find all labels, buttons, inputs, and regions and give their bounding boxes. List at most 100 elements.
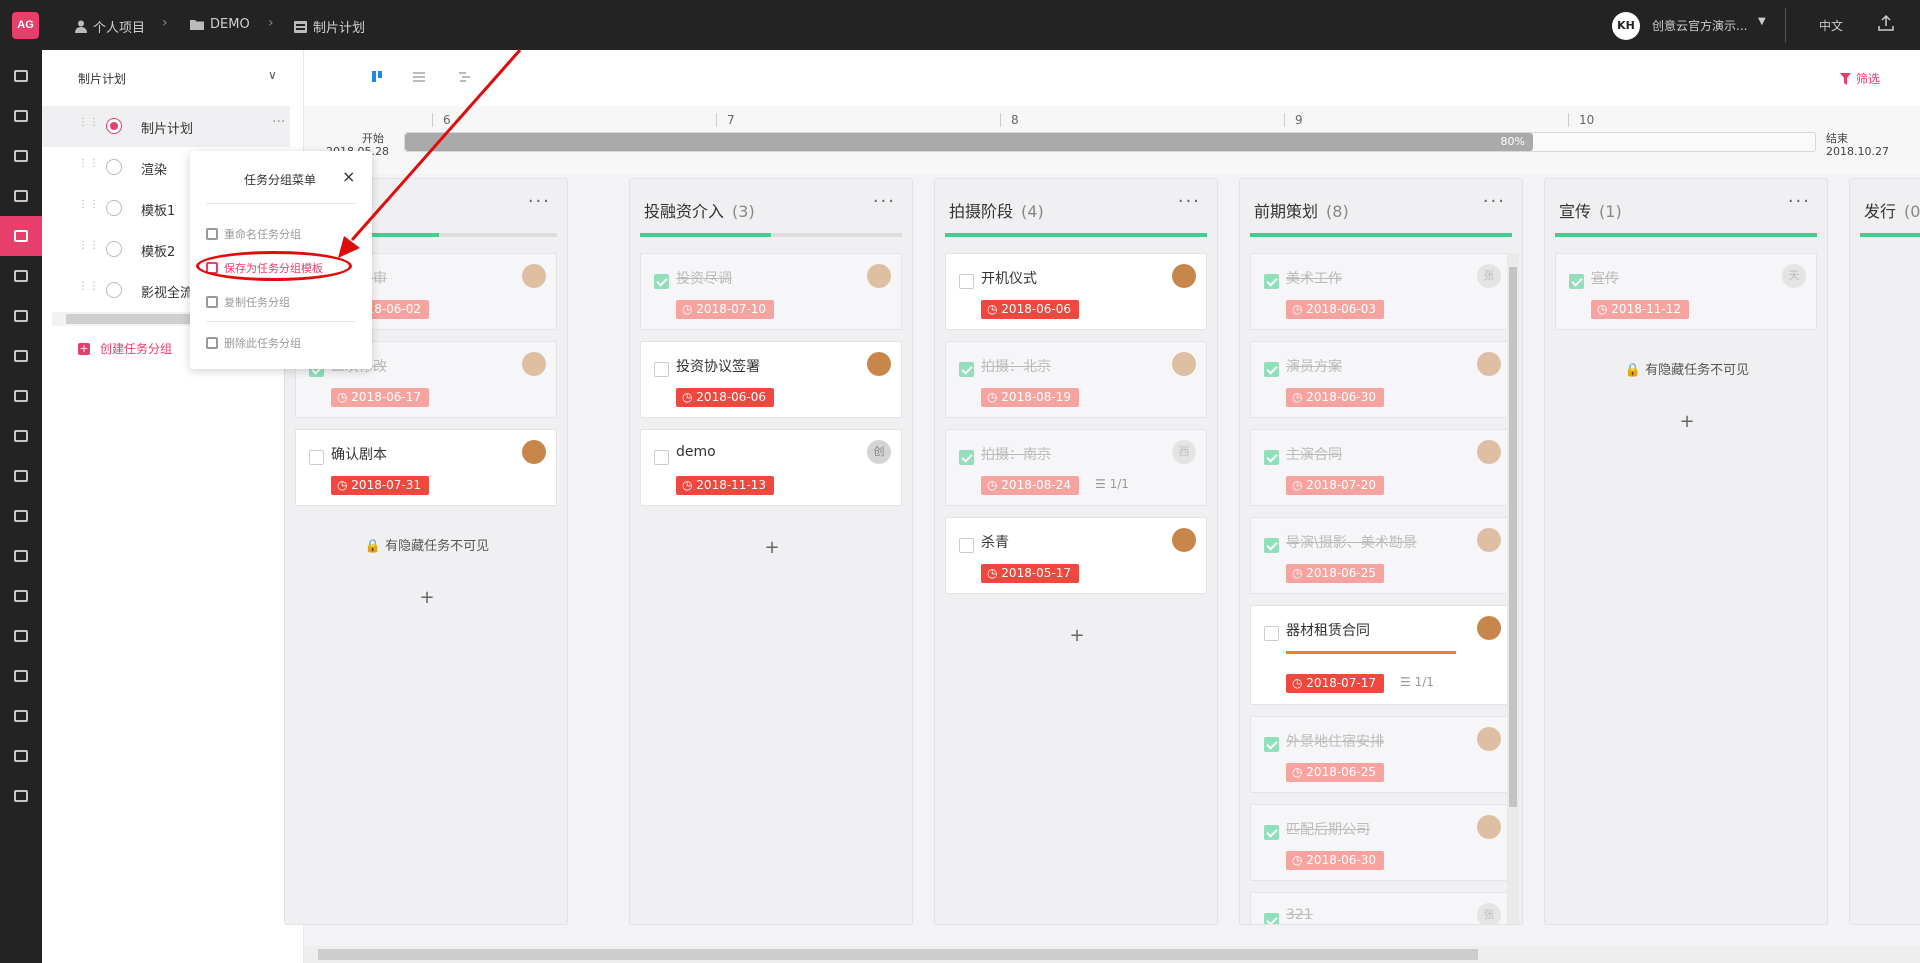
assignee-avatar[interactable]	[1172, 528, 1196, 552]
drag-handle-icon[interactable]: ⋮⋮	[78, 241, 99, 253]
task-card[interactable]: 拍摄：南京 西 ◷ 2018-08-24 ☰ 1/1	[945, 429, 1207, 506]
assignee-avatar[interactable]: 天	[1782, 264, 1806, 288]
column-title[interactable]: 宣传 (1)	[1559, 198, 1622, 222]
add-task-button[interactable]: +	[935, 625, 1217, 646]
scrollbar-thumb[interactable]	[66, 314, 206, 324]
scrollbar-thumb[interactable]	[318, 949, 1478, 960]
file-icon[interactable]	[0, 376, 42, 416]
horizontal-scrollbar[interactable]	[304, 946, 1920, 963]
assignee-avatar[interactable]	[1172, 264, 1196, 288]
task-checkbox[interactable]	[959, 538, 974, 553]
film-icon[interactable]	[0, 736, 42, 776]
column-title[interactable]: 投融资介入 (3)	[644, 198, 755, 222]
menu-item-copy-group[interactable]: 复制任务分组	[206, 294, 290, 310]
assignee-avatar[interactable]	[1477, 616, 1501, 640]
column-scrollbar[interactable]	[1507, 253, 1519, 924]
task-card[interactable]: 主演合同 ◷ 2018-07-20	[1250, 429, 1512, 506]
task-checkbox[interactable]	[1264, 274, 1279, 289]
more-icon[interactable]: ···	[873, 191, 896, 212]
assignee-avatar[interactable]	[1477, 352, 1501, 376]
more-icon[interactable]: ···	[528, 191, 551, 212]
add-task-button[interactable]: +	[1545, 411, 1827, 432]
assignee-avatar[interactable]	[867, 352, 891, 376]
radio-button[interactable]	[106, 118, 122, 134]
assignee-avatar[interactable]: 创	[867, 440, 891, 464]
gantt-view-icon[interactable]	[458, 70, 472, 84]
task-checkbox[interactable]	[1264, 626, 1279, 641]
drag-handle-icon[interactable]: ⋮⋮	[78, 159, 99, 171]
assignee-avatar[interactable]: 西	[1172, 440, 1196, 464]
task-card[interactable]: 宣传 天 ◷ 2018-11-12	[1555, 253, 1817, 330]
task-checkbox[interactable]	[1569, 274, 1584, 289]
sync-icon[interactable]	[0, 576, 42, 616]
video-icon[interactable]	[0, 696, 42, 736]
scrollbar-thumb[interactable]	[1509, 267, 1517, 807]
document-icon[interactable]	[0, 96, 42, 136]
more-icon[interactable]: ···	[1178, 191, 1201, 212]
task-card[interactable]: 拍摄：北京 ◷ 2018-08-19	[945, 341, 1207, 418]
player-icon[interactable]	[0, 776, 42, 816]
assignee-avatar[interactable]	[522, 440, 546, 464]
filter-button[interactable]: 筛选	[1840, 70, 1880, 87]
breadcrumb-production-plan[interactable]: 制片计划	[294, 17, 365, 36]
task-card[interactable]: 器材租赁合同 ◷ 2018-07-17 ☰ 1/1	[1250, 605, 1512, 705]
more-icon[interactable]: ···	[1483, 191, 1506, 212]
clock-icon[interactable]	[0, 256, 42, 296]
drag-handle-icon[interactable]: ⋮⋮	[78, 200, 99, 212]
task-card[interactable]: 投资尽调 ◷ 2018-07-10	[640, 253, 902, 330]
create-group-button[interactable]: + 创建任务分组	[78, 340, 172, 357]
task-card[interactable]: demo 创 ◷ 2018-11-13	[640, 429, 902, 506]
task-card[interactable]: 确认剧本 ◷ 2018-07-31	[295, 429, 557, 506]
kanban-view-icon[interactable]	[371, 70, 385, 84]
caret-down-icon[interactable]: ▼	[1758, 16, 1766, 27]
task-checkbox[interactable]	[1264, 362, 1279, 377]
list-view-icon[interactable]	[412, 70, 426, 84]
task-board-icon[interactable]	[0, 216, 42, 256]
radio-button[interactable]	[106, 282, 122, 298]
task-checkbox[interactable]	[1264, 825, 1279, 840]
task-card[interactable]: 开机仪式 ◷ 2018-06-06	[945, 253, 1207, 330]
panel-title[interactable]: 制片计划	[78, 70, 126, 87]
team-icon[interactable]	[0, 176, 42, 216]
task-checkbox[interactable]	[1264, 737, 1279, 752]
user-name[interactable]: 创意云官方演示...	[1652, 17, 1747, 34]
chart-icon[interactable]	[0, 336, 42, 376]
upload-icon[interactable]	[1877, 14, 1895, 32]
assignee-avatar[interactable]	[1477, 727, 1501, 751]
task-checkbox[interactable]	[1264, 538, 1279, 553]
assignee-avatar[interactable]	[1477, 528, 1501, 552]
assignee-avatar[interactable]	[1477, 440, 1501, 464]
breadcrumb-personal-projects[interactable]: 个人项目	[75, 17, 145, 36]
task-group-row[interactable]: ⋮⋮ 制片计划 ···	[42, 106, 290, 147]
task-card[interactable]: 导演\摄影、美术勘景 ◷ 2018-06-25	[1250, 517, 1512, 594]
radio-button[interactable]	[106, 159, 122, 175]
task-checkbox[interactable]	[959, 362, 974, 377]
drag-handle-icon[interactable]: ⋮⋮	[78, 282, 99, 294]
yuan-icon[interactable]	[0, 296, 42, 336]
task-card[interactable]: 演员方案 ◷ 2018-06-30	[1250, 341, 1512, 418]
more-icon[interactable]: ···	[272, 114, 285, 130]
user-avatar[interactable]: KH	[1612, 12, 1640, 40]
add-task-button[interactable]: +	[630, 537, 912, 558]
tools-icon[interactable]	[0, 496, 42, 536]
app-logo[interactable]: AG	[12, 12, 39, 39]
assignee-avatar[interactable]	[867, 264, 891, 288]
apps-icon[interactable]	[0, 56, 42, 96]
task-card[interactable]: 杀青 ◷ 2018-05-17	[945, 517, 1207, 594]
task-card[interactable]: 投资协议签署 ◷ 2018-06-06	[640, 341, 902, 418]
chevron-down-icon[interactable]: ∨	[268, 68, 277, 82]
assignee-avatar[interactable]	[522, 352, 546, 376]
task-checkbox[interactable]	[309, 450, 324, 465]
assignee-avatar[interactable]: 张	[1477, 264, 1501, 288]
task-checkbox[interactable]	[959, 450, 974, 465]
more-icon[interactable]: ···	[1788, 191, 1811, 212]
task-checkbox[interactable]	[654, 274, 669, 289]
column-title[interactable]: 发行 (0	[1864, 198, 1920, 222]
location-icon[interactable]	[0, 416, 42, 456]
menu-item-rename-group[interactable]: 重命名任务分组	[206, 226, 301, 242]
task-checkbox[interactable]	[654, 362, 669, 377]
close-icon[interactable]: ×	[342, 167, 355, 186]
radio-button[interactable]	[106, 241, 122, 257]
assignee-avatar[interactable]	[1172, 352, 1196, 376]
add-task-button[interactable]: +	[285, 587, 567, 608]
